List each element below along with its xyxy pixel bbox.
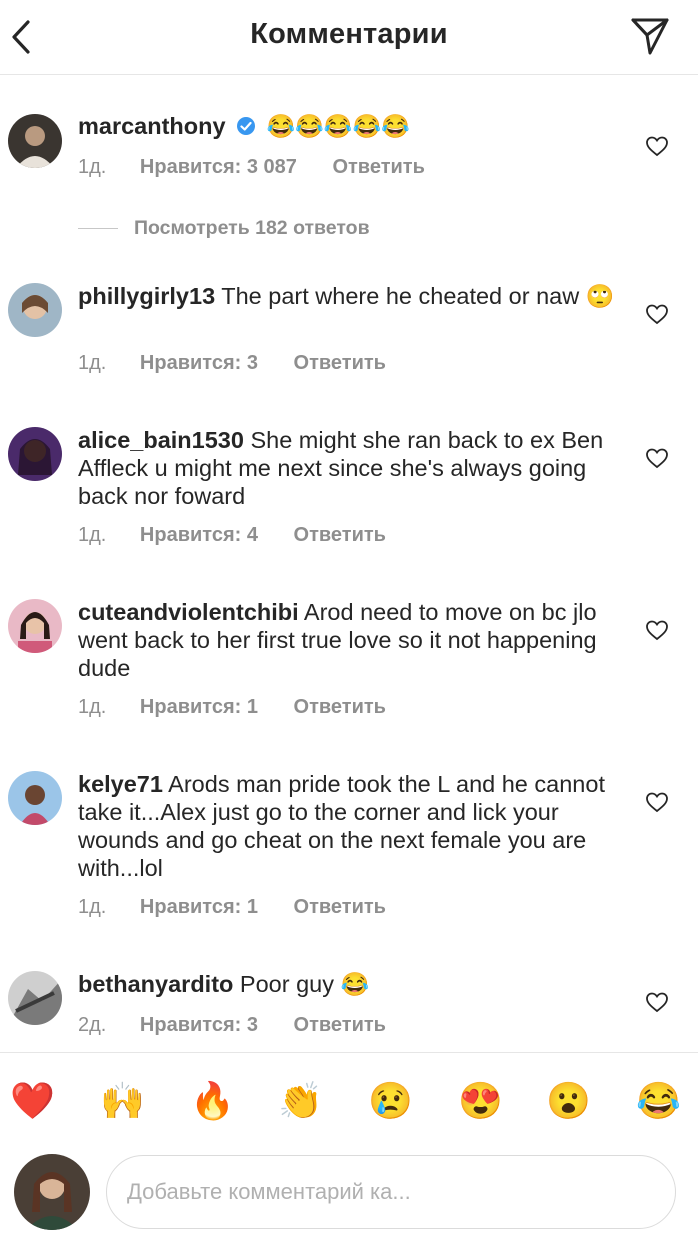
comment-username[interactable]: kelye71 <box>78 771 163 797</box>
comment-likes[interactable]: Нравится: 4 <box>140 524 258 546</box>
comment-text: alice_bain1530 She might she ran back to… <box>78 426 623 510</box>
fire-emoji-button[interactable]: 🔥 <box>190 1079 235 1123</box>
comment-likes[interactable]: Нравится: 1 <box>140 696 258 718</box>
comment-time: 1д. <box>78 352 107 374</box>
crying-face-emoji-button[interactable]: 😢 <box>368 1079 413 1123</box>
comment-username[interactable]: phillygirly13 <box>78 283 215 309</box>
current-user-avatar <box>14 1154 90 1230</box>
heart-icon[interactable] <box>645 991 669 1013</box>
page-title: Комментарии <box>250 18 448 50</box>
comment-meta: 1д. Нравится: 4 Ответить <box>78 524 386 547</box>
emoji-reaction-bar: ❤️ 🙌 🔥 👏 😢 😍 😮 😂 <box>0 1052 698 1147</box>
view-replies-button[interactable]: Посмотреть 182 ответов <box>78 217 370 245</box>
comment-time: 1д. <box>78 524 107 546</box>
comment-text: phillygirly13 The part where he cheated … <box>78 282 623 310</box>
verified-badge-icon <box>237 117 256 135</box>
view-replies-label: Посмотреть 182 ответов <box>134 217 370 239</box>
comment-text: bethanyardito Poor guy 😂 <box>78 970 623 998</box>
comment-emoji: 😂😂😂😂😂 <box>266 113 410 139</box>
comment-time: 1д. <box>78 156 107 178</box>
comment-body: Poor guy <box>233 971 341 997</box>
reply-button[interactable]: Ответить <box>294 896 386 918</box>
heart-icon[interactable] <box>645 447 669 469</box>
comment-meta: 1д. Нравится: 1 Ответить <box>78 696 386 719</box>
comment-likes[interactable]: Нравится: 3 <box>140 1014 258 1036</box>
heart-icon[interactable] <box>645 303 669 325</box>
comment-time: 2д. <box>78 1014 107 1036</box>
surprised-face-emoji-button[interactable]: 😮 <box>546 1079 591 1123</box>
share-button[interactable] <box>628 14 672 58</box>
avatar[interactable] <box>8 771 62 825</box>
avatar[interactable] <box>8 427 62 481</box>
comment-meta: 2д. Нравится: 3 Ответить <box>78 1014 386 1037</box>
comment-username[interactable]: cuteandviolentchibi <box>78 599 299 625</box>
comment-time: 1д. <box>78 696 107 718</box>
tears-of-joy-emoji-button[interactable]: 😂 <box>636 1079 681 1123</box>
reply-button[interactable]: Ответить <box>332 156 424 178</box>
reply-button[interactable]: Ответить <box>294 696 386 718</box>
comment-text: kelye71 Arods man pride took the L and h… <box>78 770 623 882</box>
comment-username[interactable]: marcanthony <box>78 113 226 139</box>
red-heart-emoji-button[interactable]: ❤️ <box>10 1079 55 1123</box>
heart-icon[interactable] <box>645 135 669 157</box>
comment-likes[interactable]: Нравится: 3 <box>140 352 258 374</box>
comment-meta: 1д. Нравится: 1 Ответить <box>78 896 386 919</box>
comment-emoji: 🙄 <box>585 283 615 309</box>
comment-emoji: 😂 <box>340 971 370 997</box>
divider-line <box>78 228 118 230</box>
heart-icon[interactable] <box>645 619 669 641</box>
heart-eyes-emoji-button[interactable]: 😍 <box>458 1079 503 1123</box>
raising-hands-emoji-button[interactable]: 🙌 <box>100 1079 145 1123</box>
comment-likes[interactable]: Нравится: 3 087 <box>140 156 297 178</box>
comment-username[interactable]: bethanyardito <box>78 971 233 997</box>
comment-text: marcanthony 😂😂😂😂😂 <box>78 112 623 140</box>
header: Комментарии <box>0 0 698 75</box>
reply-button[interactable]: Ответить <box>294 1014 386 1036</box>
comment-username[interactable]: alice_bain1530 <box>78 427 244 453</box>
avatar[interactable] <box>8 599 62 653</box>
reply-button[interactable]: Ответить <box>294 524 386 546</box>
comment-likes[interactable]: Нравится: 1 <box>140 896 258 918</box>
comment-composer <box>0 1146 698 1241</box>
comment-meta: 1д. Нравится: 3 Ответить <box>78 352 386 375</box>
paper-plane-icon <box>631 18 669 55</box>
avatar[interactable] <box>8 114 62 168</box>
avatar[interactable] <box>8 971 62 1025</box>
clapping-hands-emoji-button[interactable]: 👏 <box>278 1079 323 1123</box>
comment-meta: 1д. Нравится: 3 087 Ответить <box>78 156 425 179</box>
heart-icon[interactable] <box>645 791 669 813</box>
reply-button[interactable]: Ответить <box>294 352 386 374</box>
comment-input[interactable] <box>106 1155 676 1229</box>
comment-time: 1д. <box>78 896 107 918</box>
comment-body: The part where he cheated or naw <box>215 283 586 309</box>
avatar[interactable] <box>8 283 62 337</box>
comment-text: cuteandviolentchibi Arod need to move on… <box>78 598 623 682</box>
